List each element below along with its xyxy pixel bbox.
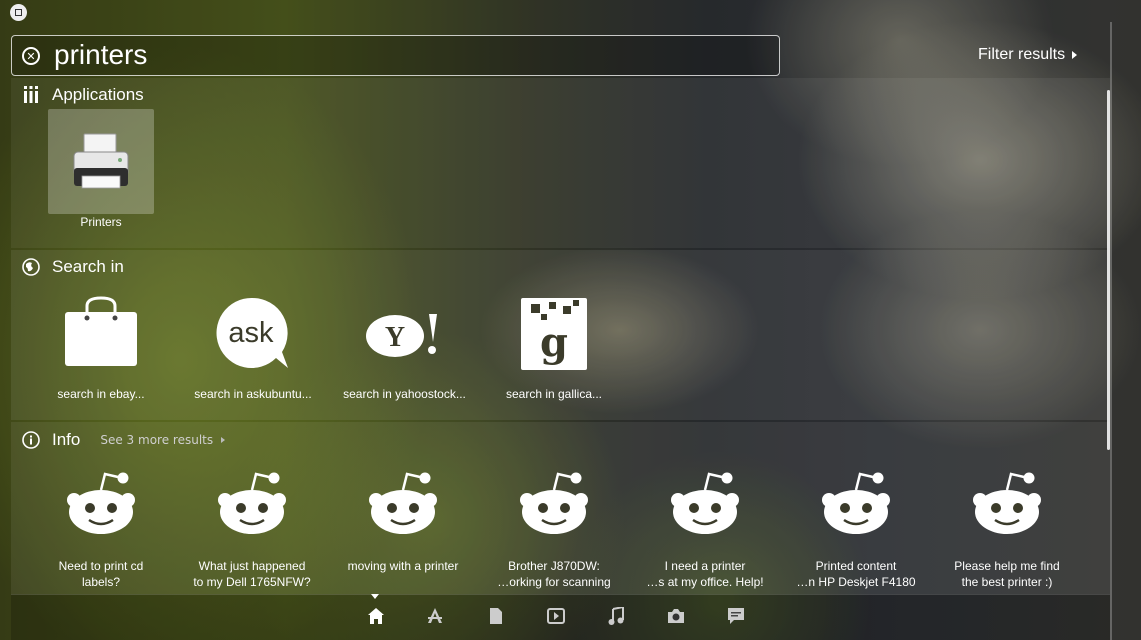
svg-text:Y: Y: [385, 322, 405, 353]
home-icon[interactable]: [366, 606, 386, 626]
info-result-line2: …orking for scanning: [497, 575, 611, 589]
shopping-bag-icon: [63, 296, 139, 372]
search-input[interactable]: printers: [54, 39, 147, 71]
info-result-line1: What just happened: [198, 559, 306, 573]
clear-search-icon[interactable]: ✕: [22, 47, 40, 65]
dash-right-border: [1110, 22, 1112, 640]
askubuntu-icon: ask: [214, 296, 290, 376]
see-more-label: See 3 more results: [100, 433, 214, 447]
search-ebay-item[interactable]: search in ebay...: [40, 386, 162, 402]
info-result-item[interactable]: Need to print cd labels?: [29, 558, 173, 590]
scrollbar[interactable]: [1107, 90, 1110, 450]
photo-icon[interactable]: [666, 606, 686, 626]
info-result-item[interactable]: I need a printer …s at my office. Help!: [633, 558, 777, 590]
info-title: Info: [52, 430, 81, 449]
info-result-line2: to my Dell 1765NFW?: [193, 575, 311, 589]
info-result-line1: Brother J870DW:: [508, 559, 600, 573]
info-result-item[interactable]: Please help me find the best printer :): [935, 558, 1079, 590]
info-result-line2: the best printer :): [961, 575, 1053, 589]
info-result-line1: moving with a printer: [347, 559, 459, 573]
applications-icon[interactable]: [425, 606, 445, 626]
reddit-icon: [969, 470, 1045, 540]
active-lens-indicator: [371, 594, 379, 599]
search-bar[interactable]: ✕ printers: [11, 35, 780, 76]
filter-results-button[interactable]: Filter results: [978, 46, 1078, 64]
reddit-icon: [516, 470, 592, 540]
square-icon: [15, 9, 22, 16]
info-header: Info See 3 more results: [20, 430, 226, 450]
printer-icon: [70, 132, 132, 196]
app-tile-label: Printers: [80, 215, 122, 229]
triangle-right-icon: [221, 437, 226, 443]
info-result-item[interactable]: moving with a printer: [331, 558, 475, 574]
search-in-title: Search in: [52, 257, 124, 276]
search-gallica-item[interactable]: search in gallica...: [488, 386, 620, 402]
reddit-icon: [63, 470, 139, 540]
triangle-right-icon: [1072, 51, 1078, 59]
reddit-icon: [818, 470, 894, 540]
info-result-line1: Please help me find: [954, 559, 1060, 573]
reddit-icon: [214, 470, 290, 540]
info-result-line1: I need a printer: [664, 559, 746, 573]
see-more-results-link[interactable]: See 3 more results: [100, 433, 226, 447]
yahoo-icon: Y: [365, 310, 441, 364]
info-result-line1: Printed content: [815, 559, 897, 573]
search-yahoostock-item[interactable]: search in yahoostock...: [332, 386, 477, 402]
globe-icon: [20, 258, 42, 276]
applications-header: Applications: [20, 85, 144, 105]
applications-section: [11, 78, 1110, 248]
info-result-item[interactable]: Brother J870DW: …orking for scanning: [482, 558, 626, 590]
info-result-line2: …s at my office. Help!: [646, 575, 764, 589]
info-result-line2: …n HP Deskjet F4180: [796, 575, 916, 589]
gallica-icon: g: [521, 298, 587, 374]
info-result-line2: labels?: [81, 575, 121, 589]
music-icon[interactable]: [606, 606, 626, 626]
info-icon: [20, 431, 42, 449]
svg-text:ask: ask: [228, 317, 274, 349]
reddit-icon: [365, 470, 441, 540]
search-askubuntu-item[interactable]: search in askubuntu...: [182, 386, 324, 402]
reddit-icon: [667, 470, 743, 540]
apps-grid-icon: [20, 86, 42, 104]
applications-title: Applications: [52, 85, 144, 104]
files-icon[interactable]: [486, 606, 506, 626]
window-close-button[interactable]: [10, 4, 27, 21]
info-result-item[interactable]: What just happened to my Dell 1765NFW?: [180, 558, 324, 590]
info-result-item[interactable]: Printed content …n HP Deskjet F4180: [784, 558, 928, 590]
svg-text:g: g: [540, 319, 568, 366]
filter-results-label: Filter results: [978, 46, 1066, 63]
video-icon[interactable]: [546, 606, 566, 626]
social-icon[interactable]: [726, 606, 746, 626]
info-result-line1: Need to print cd: [58, 559, 144, 573]
search-in-header: Search in: [20, 257, 124, 277]
